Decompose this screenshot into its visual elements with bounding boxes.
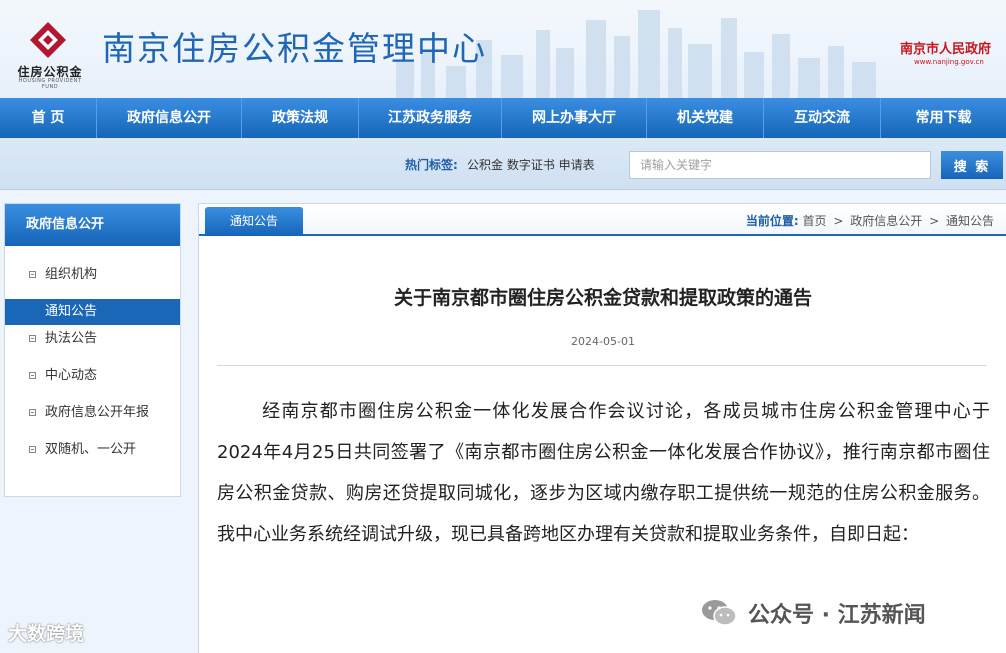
- breadcrumb-separator: >: [929, 214, 940, 228]
- search-input[interactable]: [629, 151, 931, 179]
- sidebar-item-annual-report[interactable]: 政府信息公开年报: [5, 400, 180, 426]
- hot-tags-label: 热门标签:: [405, 158, 458, 172]
- divider: [217, 365, 987, 366]
- nav-item-home[interactable]: 首 页: [0, 98, 97, 138]
- article-title: 关于南京都市圈住房公积金贷款和提取政策的通告: [393, 287, 812, 309]
- gov-name: 南京市人民政府: [900, 42, 992, 57]
- nav-item-interaction[interactable]: 互动交流: [764, 98, 881, 138]
- nanjing-gov-link[interactable]: 南京市人民政府 www.nanjing.gov.cn: [900, 38, 1000, 66]
- sidebar-item-label: 执法公告: [45, 331, 98, 346]
- housing-fund-logo-icon: [30, 22, 66, 58]
- bullet-icon: [29, 372, 36, 379]
- site-header: 住房公积金 HOUSING PROVIDENT FUND 南京住房公积金管理中心…: [0, 0, 1006, 98]
- wechat-icon: [702, 600, 737, 626]
- nav-item-policy[interactable]: 政策法规: [242, 98, 359, 138]
- article-date: 2024-05-01: [571, 335, 635, 348]
- article-body: 经南京都市圈住房公积金一体化发展合作会议讨论，各成员城市住房公积金管理中心于20…: [217, 391, 990, 555]
- nav-item-online-hall[interactable]: 网上办事大厅: [502, 98, 647, 138]
- tab-notices[interactable]: 通知公告: [205, 207, 303, 236]
- nav-item-gov-info[interactable]: 政府信息公开: [97, 98, 242, 138]
- sidebar-list: 组织机构 通知公告 执法公告 中心动态 政府信息公开年报 双随机、一公开: [5, 246, 180, 463]
- sidebar-item-news[interactable]: 中心动态: [5, 363, 180, 389]
- sidebar-item-label: 双随机、一公开: [45, 442, 137, 457]
- search-button[interactable]: 搜 索: [941, 151, 1003, 179]
- bullet-icon: [29, 446, 36, 453]
- search-bar: 热门标签: 公积金 数字证书 申请表 搜 索: [0, 138, 1006, 190]
- bullet-icon: [29, 409, 36, 416]
- gov-url: www.nanjing.gov.cn: [914, 58, 984, 66]
- watermark-left: 大数跨境: [8, 623, 85, 645]
- main-content: 通知公告 当前位置: 首页 > 政府信息公开 > 通知公告 关于南京都市圈住房公…: [198, 203, 1006, 653]
- nav-item-downloads[interactable]: 常用下载: [881, 98, 1006, 138]
- sidebar: 政府信息公开 组织机构 通知公告 执法公告 中心动态 政府信息公开年报 双随机、…: [4, 203, 181, 497]
- watermark-right: 公众号 · 江苏新闻: [700, 595, 926, 631]
- breadcrumb-label: 当前位置:: [745, 214, 799, 228]
- sidebar-item-label: 通知公告: [45, 304, 98, 319]
- nav-item-jiangsu-service[interactable]: 江苏政务服务: [359, 98, 502, 138]
- breadcrumb-gov-info[interactable]: 政府信息公开: [850, 214, 922, 228]
- bullet-icon: [29, 335, 36, 342]
- bullet-icon: [29, 271, 36, 278]
- sidebar-item-notices[interactable]: 通知公告: [5, 299, 180, 325]
- sidebar-title: 政府信息公开: [5, 204, 180, 246]
- watermark-right-text: 公众号 · 江苏新闻: [748, 603, 926, 628]
- sidebar-item-enforcement[interactable]: 执法公告: [5, 326, 180, 352]
- nav-item-party[interactable]: 机关党建: [647, 98, 764, 138]
- breadcrumb-notices[interactable]: 通知公告: [946, 214, 994, 228]
- site-title: 南京住房公积金管理中心: [102, 29, 487, 68]
- main-nav: 首 页 政府信息公开 政策法规 江苏政务服务 网上办事大厅 机关党建 互动交流 …: [0, 98, 1006, 138]
- breadcrumb: 当前位置: 首页 > 政府信息公开 > 通知公告: [746, 212, 994, 229]
- sidebar-item-label: 组织机构: [45, 267, 98, 282]
- content-tab-bar: 通知公告 当前位置: 首页 > 政府信息公开 > 通知公告: [199, 204, 1006, 236]
- hot-tags[interactable]: 公积金 数字证书 申请表: [467, 156, 595, 173]
- breadcrumb-separator: >: [833, 214, 844, 228]
- sidebar-item-label: 中心动态: [45, 368, 98, 383]
- logo-subtext: HOUSING PROVIDENT FUND: [18, 78, 82, 90]
- sidebar-item-organization[interactable]: 组织机构: [5, 262, 180, 288]
- sidebar-item-label: 政府信息公开年报: [45, 405, 150, 420]
- sidebar-item-random-inspection[interactable]: 双随机、一公开: [5, 437, 180, 463]
- breadcrumb-home[interactable]: 首页: [803, 214, 827, 228]
- article-paragraph: 经南京都市圈住房公积金一体化发展合作会议讨论，各成员城市住房公积金管理中心于20…: [217, 401, 990, 545]
